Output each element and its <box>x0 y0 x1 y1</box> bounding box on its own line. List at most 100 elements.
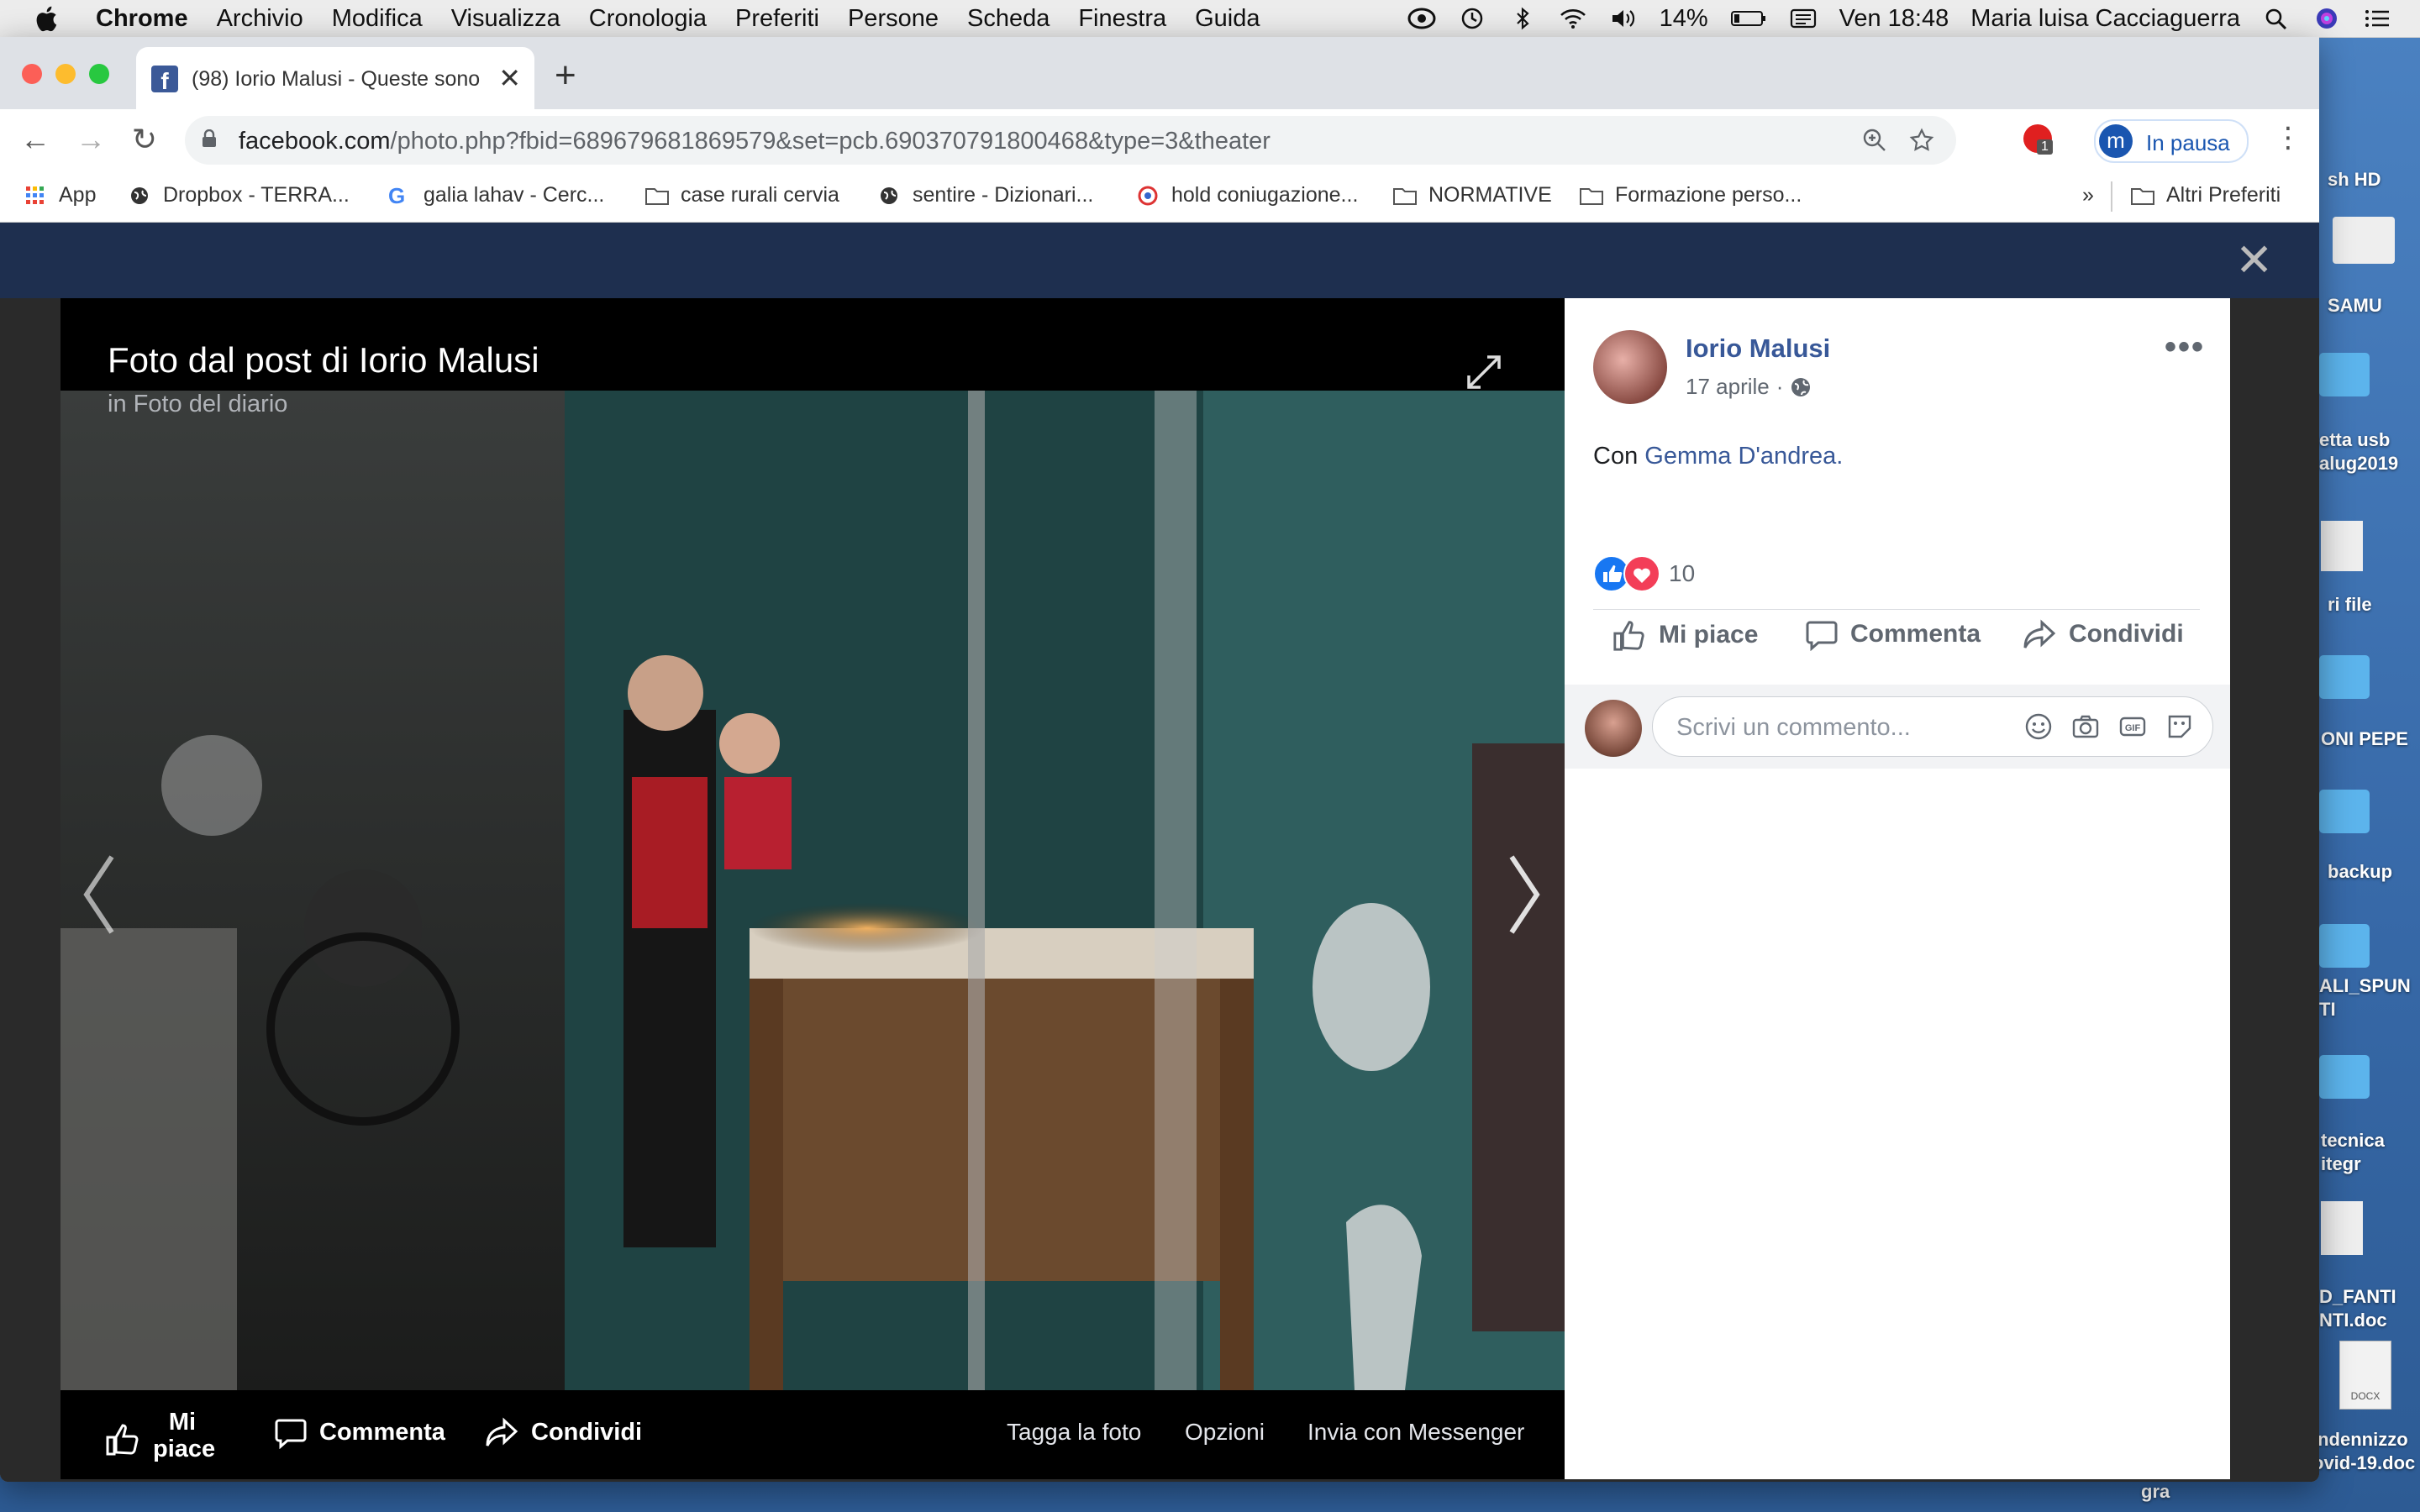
file-icon[interactable] <box>2321 1201 2363 1255</box>
bookmark-case-rurali[interactable]: case rurali cervia <box>645 183 839 207</box>
file-icon[interactable] <box>2321 521 2363 571</box>
wifi-icon[interactable] <box>1559 6 1587 31</box>
forward-button[interactable]: → <box>72 121 109 158</box>
menu-item[interactable]: Preferiti <box>735 5 819 33</box>
desktop-icon-label[interactable]: tecnica itegr <box>2321 1129 2420 1176</box>
send-messenger-link[interactable]: Invia con Messenger <box>1307 1419 1524 1446</box>
menu-item[interactable]: Visualizza <box>451 5 560 33</box>
window-close-button[interactable] <box>22 64 42 84</box>
zoom-icon[interactable] <box>1862 128 1887 153</box>
profile-label: In pausa <box>2146 130 2230 155</box>
previous-photo-icon[interactable] <box>74 844 124 945</box>
reactions-summary[interactable]: 10 <box>1593 555 1695 592</box>
siri-icon[interactable] <box>2312 6 2341 31</box>
menubar-clock[interactable]: Ven 18:48 <box>1839 5 1949 33</box>
desktop-icon-label[interactable]: SAMU <box>2328 294 2420 318</box>
desktop-icon-label[interactable]: ri file <box>2328 593 2420 617</box>
docx-file-icon[interactable]: DOCX <box>2339 1341 2391 1410</box>
post-like-button[interactable]: Mi piace <box>1612 617 1758 653</box>
address-bar[interactable]: facebook.com/photo.php?fbid=689679681869… <box>185 116 1956 165</box>
author-avatar[interactable] <box>1593 330 1667 404</box>
browser-tab[interactable]: f (98) Iorio Malusi - Queste sono ✕ <box>136 47 534 109</box>
keyboard-icon[interactable] <box>1789 6 1818 31</box>
emoji-icon[interactable] <box>2024 712 2053 741</box>
battery-icon[interactable] <box>1730 6 1767 31</box>
folder-icon[interactable] <box>2319 924 2370 968</box>
desktop-icon-label[interactable]: sh HD <box>2328 168 2420 192</box>
back-button[interactable]: ← <box>17 121 54 158</box>
menubar-user[interactable]: Maria luisa Cacciaguerra <box>1970 5 2240 33</box>
chrome-menu-icon[interactable]: ⋮ <box>2274 123 2302 153</box>
desktop-icon-label[interactable]: Indennizzo ovid-19.doc <box>2312 1428 2420 1475</box>
new-tab-button[interactable]: + <box>555 57 576 94</box>
menu-item[interactable]: Scheda <box>967 5 1050 33</box>
bookmark-dropbox[interactable]: Dropbox - TERRA... <box>128 183 350 207</box>
menu-item[interactable]: Persone <box>848 5 939 33</box>
folder-icon <box>2131 187 2154 205</box>
album-link[interactable]: Foto del diario <box>134 391 288 417</box>
gif-icon[interactable]: GIF <box>2118 712 2147 741</box>
spotlight-search-icon[interactable] <box>2262 6 2291 31</box>
folder-icon[interactable] <box>2319 1055 2370 1099</box>
camera-icon[interactable] <box>2071 712 2100 741</box>
bookmarks-overflow-button[interactable]: » <box>2082 183 2094 207</box>
folder-icon[interactable] <box>2319 790 2370 833</box>
drive-icon[interactable] <box>2333 217 2395 264</box>
bookmark-galia[interactable]: G galia lahav - Cerc... <box>388 183 604 207</box>
folder-icon[interactable] <box>2319 655 2370 699</box>
bookmark-star-icon[interactable] <box>1909 128 1934 153</box>
author-name[interactable]: Iorio Malusi <box>1686 333 1830 364</box>
photo-comment-button[interactable]: Commenta <box>274 1415 445 1449</box>
bookmark-hold[interactable]: hold coniugazione... <box>1136 183 1358 207</box>
post-options-icon[interactable]: ••• <box>2165 328 2205 366</box>
menu-item[interactable]: Modifica <box>332 5 423 33</box>
viewer-close-icon[interactable]: ✕ <box>2235 238 2273 283</box>
post-comment-button[interactable]: Commenta <box>1805 617 1981 651</box>
post-share-button[interactable]: Condividi <box>2022 617 2184 651</box>
public-globe-icon[interactable] <box>1790 376 1812 398</box>
time-machine-icon[interactable] <box>1458 6 1486 31</box>
desktop-icon-label[interactable]: ALI_SPUN TI <box>2319 974 2420 1021</box>
desktop-icon-label[interactable]: etta usb alug2019 <box>2319 428 2420 475</box>
bookmark-other-folder[interactable]: Altri Preferiti <box>2131 183 2281 207</box>
window-minimize-button[interactable] <box>55 64 76 84</box>
photo-share-button[interactable]: Condividi <box>484 1415 642 1449</box>
user-avatar[interactable] <box>1585 700 1642 757</box>
notification-center-icon[interactable] <box>2363 6 2391 31</box>
post-date-text[interactable]: 17 aprile <box>1686 374 1770 400</box>
bookmark-apps[interactable]: App <box>24 183 96 207</box>
next-photo-icon[interactable] <box>1499 844 1549 945</box>
comment-input[interactable]: Scrivi un commento... GIF <box>1652 696 2213 757</box>
post-photo[interactable] <box>60 391 1565 1390</box>
bookmark-formazione[interactable]: Formazione perso... <box>1580 183 1802 207</box>
menu-item[interactable]: Cronologia <box>589 5 707 33</box>
tab-close-icon[interactable]: ✕ <box>498 62 521 94</box>
menu-item[interactable]: Guida <box>1195 5 1260 33</box>
tag-photo-link[interactable]: Tagga la foto <box>1007 1419 1141 1446</box>
extension-icon[interactable]: 1 <box>2023 124 2053 155</box>
menu-item[interactable]: Finestra <box>1078 5 1166 33</box>
folder-icon[interactable] <box>2319 353 2370 396</box>
menu-app-name[interactable]: Chrome <box>96 5 188 33</box>
bluetooth-icon[interactable] <box>1508 6 1537 31</box>
desktop-icon-label[interactable]: backup <box>2328 860 2420 884</box>
window-zoom-button[interactable] <box>89 64 109 84</box>
photo-like-button[interactable]: Mi piace <box>104 1409 215 1462</box>
volume-icon[interactable] <box>1609 6 1638 31</box>
bookmark-sentire[interactable]: sentire - Dizionari... <box>877 183 1093 207</box>
fullscreen-expand-icon[interactable] <box>1464 352 1504 392</box>
sticker-icon[interactable] <box>2165 712 2194 741</box>
desktop-icon-label[interactable]: D_FANTI NTI.doc <box>2319 1285 2420 1332</box>
extension-badge: 1 <box>2037 139 2053 155</box>
reload-button[interactable]: ↻ <box>126 121 163 158</box>
desktop-icon-label[interactable]: ONI PEPE <box>2321 727 2420 751</box>
tagged-person-link[interactable]: Gemma D'andrea <box>1644 443 1836 470</box>
apple-logo-icon[interactable] <box>34 4 59 33</box>
creative-cloud-icon[interactable] <box>1407 6 1436 31</box>
bookmark-normative[interactable]: NORMATIVE <box>1393 183 1552 207</box>
chrome-window: f (98) Iorio Malusi - Queste sono ✕ + ← … <box>0 37 2319 1482</box>
menu-item[interactable]: Archivio <box>217 5 303 33</box>
lock-icon[interactable] <box>202 129 217 148</box>
options-link[interactable]: Opzioni <box>1185 1419 1265 1446</box>
profile-button[interactable]: m In pausa <box>2094 119 2249 163</box>
